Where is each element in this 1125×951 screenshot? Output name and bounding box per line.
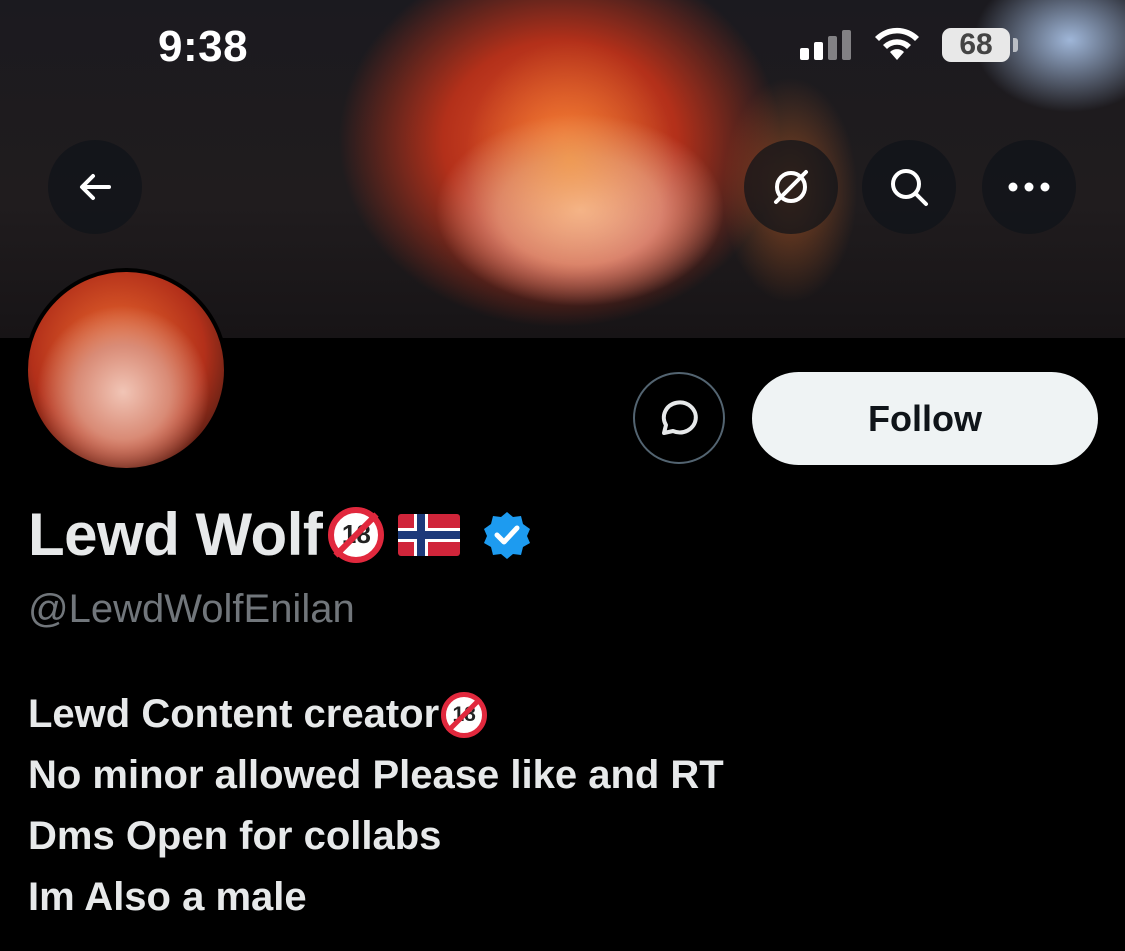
follow-button[interactable]: Follow	[752, 372, 1098, 465]
avatar[interactable]	[24, 268, 228, 472]
bio-line: Dms Open for collabs	[28, 814, 442, 858]
search-button[interactable]	[862, 140, 956, 234]
battery-tip	[1013, 38, 1018, 52]
search-icon	[891, 169, 928, 206]
more-horizontal-icon	[1008, 182, 1050, 192]
user-handle: @LewdWolfEnilan	[28, 587, 355, 631]
verified-badge-icon[interactable]	[482, 510, 532, 560]
display-name: Lewd Wolf	[28, 501, 323, 568]
grok-icon	[774, 170, 808, 204]
no-under-18-icon: 18	[328, 506, 385, 563]
profile-bio: Lewd Content creator 18 No minor allowed…	[28, 684, 724, 928]
battery-indicator: 68	[942, 28, 1010, 62]
bio-line: Im Also a male	[28, 875, 307, 919]
grok-button[interactable]	[744, 140, 838, 234]
more-button[interactable]	[982, 140, 1076, 234]
cellular-signal-icon	[800, 30, 851, 60]
bio-line: No minor allowed Please like and RT	[28, 753, 724, 797]
banner-glow	[420, 0, 720, 330]
bio-line: Lewd Content creator 18	[28, 684, 724, 745]
arrow-left-icon	[80, 174, 111, 200]
wifi-icon	[875, 27, 919, 60]
status-time: 9:38	[158, 22, 249, 71]
back-button[interactable]	[48, 140, 142, 234]
no-under-18-icon: 18	[441, 691, 488, 738]
message-button[interactable]	[633, 372, 725, 464]
norway-flag-icon	[398, 513, 461, 556]
display-name-row: Lewd Wolf 18	[28, 500, 532, 569]
message-bubble-icon	[661, 400, 698, 435]
